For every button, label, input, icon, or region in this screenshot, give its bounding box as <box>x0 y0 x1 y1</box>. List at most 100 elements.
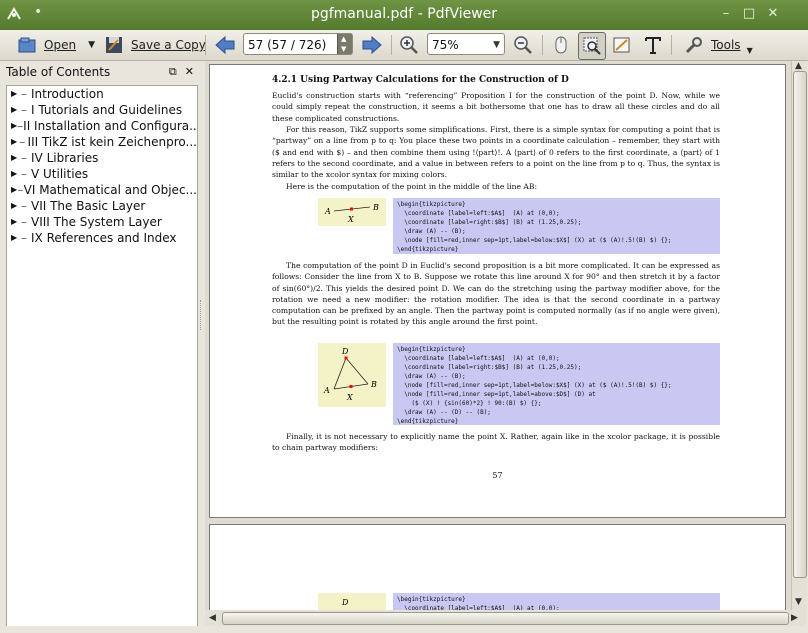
open-button[interactable]: Open ▼ <box>16 33 95 57</box>
sidebar-close-icon[interactable]: ✕ <box>185 65 194 79</box>
paragraph: Here is the computation of the point in … <box>286 182 538 191</box>
previous-page-icon[interactable] <box>214 35 236 55</box>
text-selection-icon[interactable] <box>611 34 633 56</box>
code-block: \begin{tikzpicture} \coordinate [label=l… <box>393 343 720 425</box>
scroll-right-icon[interactable]: ▶ <box>791 613 798 623</box>
toc-item[interactable]: ▶ – IX References and Index <box>7 230 197 246</box>
tools-dropdown-icon: ▼ <box>746 45 753 55</box>
pdf-page: D \begin{tikzpicture} \coordinate [label… <box>209 524 786 610</box>
toc-item[interactable]: ▶ – VI Mathematical and Objec... <box>7 182 197 198</box>
tools-label: Tools <box>711 38 741 52</box>
magnifier-selection-icon <box>583 37 601 55</box>
zoom-in-icon[interactable] <box>398 34 420 56</box>
text-tool-icon[interactable] <box>643 34 663 56</box>
section-heading: 4.2.1 Using Partway Calculations for the… <box>272 75 569 85</box>
vertical-scroll-thumb[interactable] <box>793 71 807 578</box>
toc-item-label: VI Mathematical and Objec... <box>23 183 197 197</box>
wrench-icon <box>685 37 702 54</box>
horizontal-scroll-thumb[interactable] <box>222 612 789 625</box>
fig-label-b: B <box>370 380 377 389</box>
minimize-icon[interactable]: – <box>718 6 734 22</box>
tree-line: – <box>19 135 26 149</box>
scroll-left-icon[interactable]: ◀ <box>209 613 216 623</box>
toc-item-label: V Utilities <box>31 167 89 181</box>
chevron-down-icon: ▼ <box>493 40 500 50</box>
toolbar-separator <box>391 35 392 55</box>
fig-label-x: X <box>347 215 354 224</box>
paragraph: Finally, it is not necessary to explicit… <box>272 432 720 453</box>
expander-arrow-icon[interactable]: ▶ <box>11 102 21 118</box>
title-bar: • pgfmanual.pdf - PdfViewer – □ ✕ <box>0 0 808 30</box>
toc-item[interactable]: ▶ – V Utilities <box>7 166 197 182</box>
scroll-up-icon[interactable]: ▲ <box>795 61 802 71</box>
tree-line: – <box>21 167 27 181</box>
toc-item[interactable]: ▶ – Introduction <box>7 86 197 102</box>
tree-line: – <box>21 151 27 165</box>
browse-mouse-icon[interactable] <box>551 34 571 56</box>
tools-button[interactable]: Tools ▼ <box>683 33 753 57</box>
figure-triangle: A B X D <box>318 343 386 407</box>
fig-label-d: D <box>341 598 349 607</box>
fig-label-b: B <box>372 203 379 212</box>
sidebar-title: Table of Contents <box>6 65 111 79</box>
toc-item-label: Introduction <box>31 87 104 101</box>
tree-line: – <box>21 231 27 245</box>
toc-item[interactable]: ▶ – IV Libraries <box>7 150 197 166</box>
save-icon <box>106 37 122 53</box>
expander-arrow-icon[interactable]: ▶ <box>11 214 21 230</box>
zoom-out-icon[interactable] <box>512 34 534 56</box>
open-label: Open <box>44 38 77 52</box>
horizontal-scrollbar[interactable]: ◀ ▶ <box>205 610 806 626</box>
page-number-input[interactable]: 57 (57 / 726) ▲ ▼ <box>243 33 353 55</box>
toc-item[interactable]: ▶ – II Installation and Configura... <box>7 118 197 134</box>
line-ab-diagram: A B X <box>324 203 379 224</box>
toc-item-label: III TikZ ist kein Zeichenpro... <box>27 135 197 149</box>
tree-line: – <box>21 87 27 101</box>
zoom-selection-button[interactable] <box>578 32 606 60</box>
next-page-icon[interactable] <box>361 35 383 55</box>
save-copy-button[interactable]: Save a Copy <box>103 33 206 57</box>
maximize-icon[interactable]: □ <box>741 6 757 22</box>
paragraph: For this reason, TikZ supports some simp… <box>272 125 720 180</box>
figure-line-ab: D <box>318 593 386 610</box>
save-copy-label: Save a Copy <box>131 38 206 52</box>
fig-label-x: X <box>346 393 353 402</box>
zoom-value: 75% <box>432 38 459 52</box>
fig-label-a: A <box>324 207 331 216</box>
toc-item-label: II Installation and Configura... <box>23 119 197 133</box>
toc-item-label: I Tutorials and Guidelines <box>31 103 183 117</box>
toc-item[interactable]: ▶ – VII The Basic Layer <box>7 198 197 214</box>
expander-arrow-icon[interactable]: ▶ <box>11 134 19 150</box>
page-spin-button[interactable]: ▲ ▼ <box>337 34 352 54</box>
document-view[interactable]: 4.2.1 Using Partway Calculations for the… <box>205 61 791 610</box>
scroll-down-icon[interactable]: ▼ <box>795 597 802 607</box>
detach-icon[interactable]: ⧉ <box>169 65 177 79</box>
vertical-scrollbar[interactable]: ▲ ▼ <box>791 61 807 610</box>
toolbar-separator <box>205 35 206 55</box>
paragraph: The computation of the point D in Euclid… <box>272 261 720 327</box>
fig-label-d: D <box>341 347 349 356</box>
page-number-value: 57 (57 / 726) <box>248 38 327 52</box>
expander-arrow-icon[interactable]: ▶ <box>11 198 21 214</box>
zoom-select[interactable]: 75% ▼ <box>427 33 505 55</box>
expander-arrow-icon[interactable]: ▶ <box>11 230 21 246</box>
toc-item[interactable]: ▶ – VIII The System Layer <box>7 214 197 230</box>
toc-item-label: VIII The System Layer <box>31 215 162 229</box>
toc-tree: ▶ – Introduction ▶ – I Tutorials and Guidelin… <box>6 85 198 626</box>
pane-resize-handle[interactable] <box>200 300 204 330</box>
tree-line: – <box>21 199 27 213</box>
fig-label-a: A <box>323 386 330 395</box>
close-icon[interactable]: ✕ <box>765 6 781 22</box>
expander-arrow-icon[interactable]: ▶ <box>11 86 21 102</box>
toc-item[interactable]: ▶ – III TikZ ist kein Zeichenpro... <box>7 134 197 150</box>
code-block: \begin{tikzpicture} \coordinate [label=l… <box>393 593 720 610</box>
expander-arrow-icon[interactable]: ▶ <box>11 166 21 182</box>
open-dropdown-icon[interactable]: ▼ <box>88 40 95 50</box>
figure-line-ab: A B X <box>318 198 386 226</box>
expander-arrow-icon[interactable]: ▶ <box>11 150 21 166</box>
folder-open-icon <box>18 37 36 53</box>
toolbar-separator <box>542 35 543 55</box>
toc-item[interactable]: ▶ – I Tutorials and Guidelines <box>7 102 197 118</box>
tree-line: – <box>21 215 27 229</box>
paragraph: Euclid's construction starts with “refer… <box>272 91 720 123</box>
